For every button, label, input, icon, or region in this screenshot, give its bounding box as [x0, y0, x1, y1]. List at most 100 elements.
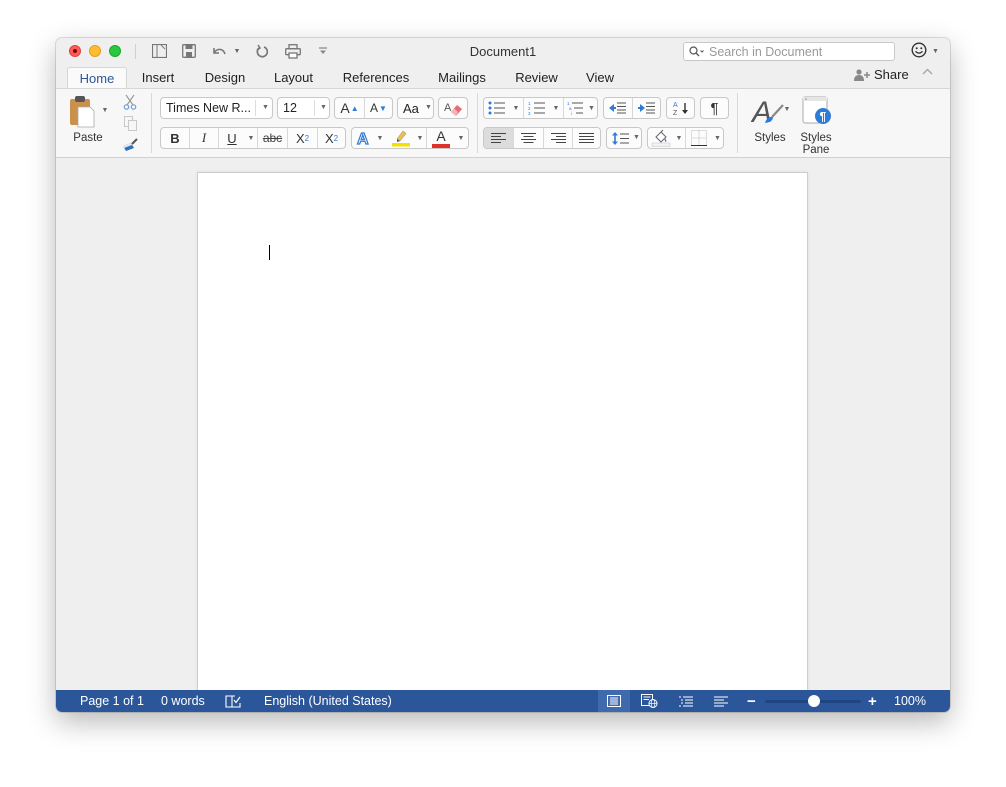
chevron-down-icon: ▼	[783, 105, 791, 113]
copy-button[interactable]	[120, 114, 140, 132]
bold-button[interactable]: B	[161, 128, 189, 148]
search-icon	[689, 46, 705, 57]
customize-toolbar-button[interactable]	[317, 42, 329, 60]
tab-design[interactable]: Design	[197, 67, 253, 88]
word-count[interactable]: 0 words	[161, 690, 205, 712]
borders-button[interactable]	[686, 128, 711, 148]
language-button[interactable]: English (United States)	[264, 690, 392, 712]
undo-dropdown-button[interactable]: ▼	[232, 42, 242, 60]
zoom-level[interactable]: 100%	[894, 690, 926, 712]
highlight-button[interactable]	[389, 128, 413, 148]
draft-view-button[interactable]	[707, 690, 735, 712]
tab-review[interactable]: Review	[510, 67, 563, 88]
undo-button[interactable]	[210, 42, 228, 60]
document-canvas[interactable]	[56, 158, 950, 692]
superscript-button[interactable]: X2	[318, 128, 345, 148]
eraser-icon: A	[444, 100, 464, 117]
underline-button[interactable]: U	[219, 128, 245, 148]
tab-insert[interactable]: Insert	[134, 67, 182, 88]
align-left-icon	[491, 132, 506, 144]
align-left-button[interactable]	[484, 128, 513, 148]
close-window-button[interactable]	[69, 45, 81, 57]
font-color-button[interactable]: A	[428, 128, 454, 148]
print-button[interactable]	[284, 42, 302, 60]
shrink-font-button[interactable]: A ▼	[365, 98, 392, 118]
text-effects-dropdown[interactable]: ▼	[375, 128, 385, 148]
bullets-dropdown[interactable]: ▼	[510, 98, 522, 118]
format-painter-button[interactable]	[120, 136, 140, 154]
print-layout-view-button[interactable]	[598, 690, 630, 712]
styles-pane-button[interactable]: ¶	[799, 94, 833, 128]
search-input[interactable]: Search in Document	[683, 42, 895, 61]
sidebar-toggle-button[interactable]	[150, 42, 168, 60]
shading-button[interactable]	[648, 128, 674, 148]
text-effects-button[interactable]: A	[353, 128, 375, 148]
paste-options-dropdown[interactable]: ▼	[100, 103, 110, 117]
proofing-button[interactable]	[225, 690, 241, 712]
font-size-dropdown[interactable]: 12 ▼	[277, 97, 330, 119]
zoom-slider-thumb[interactable]	[808, 695, 820, 707]
subscript-button[interactable]: X2	[288, 128, 317, 148]
multilevel-list-button[interactable]: 1ai	[564, 98, 586, 118]
underline-dropdown[interactable]: ▼	[245, 128, 257, 148]
tab-references[interactable]: References	[336, 67, 416, 88]
chevron-down-icon: ▼	[457, 134, 465, 142]
shading-dropdown[interactable]: ▼	[674, 128, 684, 148]
word-window: ▼ Document1 Search in Document ▼ Home In…	[56, 38, 950, 712]
sort-button[interactable]: AZ	[666, 97, 695, 119]
copy-icon	[123, 115, 137, 131]
decrease-indent-icon	[609, 102, 627, 114]
web-layout-view-button[interactable]	[634, 690, 664, 712]
maximize-window-button[interactable]	[109, 45, 121, 57]
search-placeholder: Search in Document	[709, 44, 823, 59]
align-center-button[interactable]	[514, 128, 543, 148]
styles-pane-icon: ¶	[800, 95, 832, 127]
zoom-in-button[interactable]: +	[868, 690, 877, 712]
page-count[interactable]: Page 1 of 1	[80, 690, 144, 712]
increase-indent-button[interactable]	[633, 98, 660, 118]
triangle-up-icon: ▲	[350, 103, 359, 113]
cut-button[interactable]	[120, 93, 140, 111]
font-name-dropdown[interactable]: Times New R... ▼	[160, 97, 273, 119]
outline-view-button[interactable]	[672, 690, 700, 712]
minimize-window-button[interactable]	[89, 45, 101, 57]
tab-view[interactable]: View	[580, 67, 620, 88]
strikethrough-button[interactable]: abc	[258, 128, 287, 148]
change-case-button[interactable]: Aa ▼	[397, 97, 434, 119]
document-page[interactable]	[197, 172, 808, 692]
zoom-out-button[interactable]: −	[747, 690, 756, 712]
show-formatting-marks-button[interactable]: ¶	[700, 97, 729, 119]
paste-button[interactable]	[66, 94, 98, 130]
font-color-dropdown[interactable]: ▼	[455, 128, 467, 148]
collapse-ribbon-button[interactable]	[922, 68, 933, 75]
decrease-indent-button[interactable]	[604, 98, 632, 118]
highlight-dropdown[interactable]: ▼	[414, 128, 426, 148]
bullets-button[interactable]	[484, 98, 510, 118]
styles-dropdown[interactable]: ▼	[783, 103, 791, 115]
save-button[interactable]	[180, 42, 198, 60]
borders-dropdown[interactable]: ▼	[712, 128, 723, 148]
share-button[interactable]: Share	[854, 67, 909, 82]
multilevel-list-dropdown[interactable]: ▼	[586, 98, 597, 118]
clear-formatting-button[interactable]: A	[438, 97, 468, 119]
tab-layout[interactable]: Layout	[266, 67, 321, 88]
styles-brush-icon: A	[751, 95, 787, 127]
subscript-letter: X	[295, 130, 305, 146]
align-right-button[interactable]	[544, 128, 572, 148]
grow-font-button[interactable]: A ▲	[335, 98, 364, 118]
outline-icon	[679, 696, 693, 707]
numbering-button[interactable]: 123	[524, 98, 549, 118]
toolbar-divider	[135, 44, 136, 59]
tab-mailings[interactable]: Mailings	[431, 67, 493, 88]
line-spacing-button[interactable]: ▼	[606, 127, 642, 149]
tab-home[interactable]: Home	[67, 67, 127, 88]
justify-button[interactable]	[573, 128, 600, 148]
redo-button[interactable]	[253, 42, 269, 60]
numbering-dropdown[interactable]: ▼	[550, 98, 562, 118]
italic-button[interactable]: I	[190, 128, 218, 148]
chevron-down-icon: ▼	[675, 134, 683, 142]
dropdown-divider	[255, 100, 256, 116]
svg-text:Z: Z	[673, 110, 678, 117]
feedback-button[interactable]	[911, 42, 927, 58]
scissors-icon	[123, 94, 137, 110]
